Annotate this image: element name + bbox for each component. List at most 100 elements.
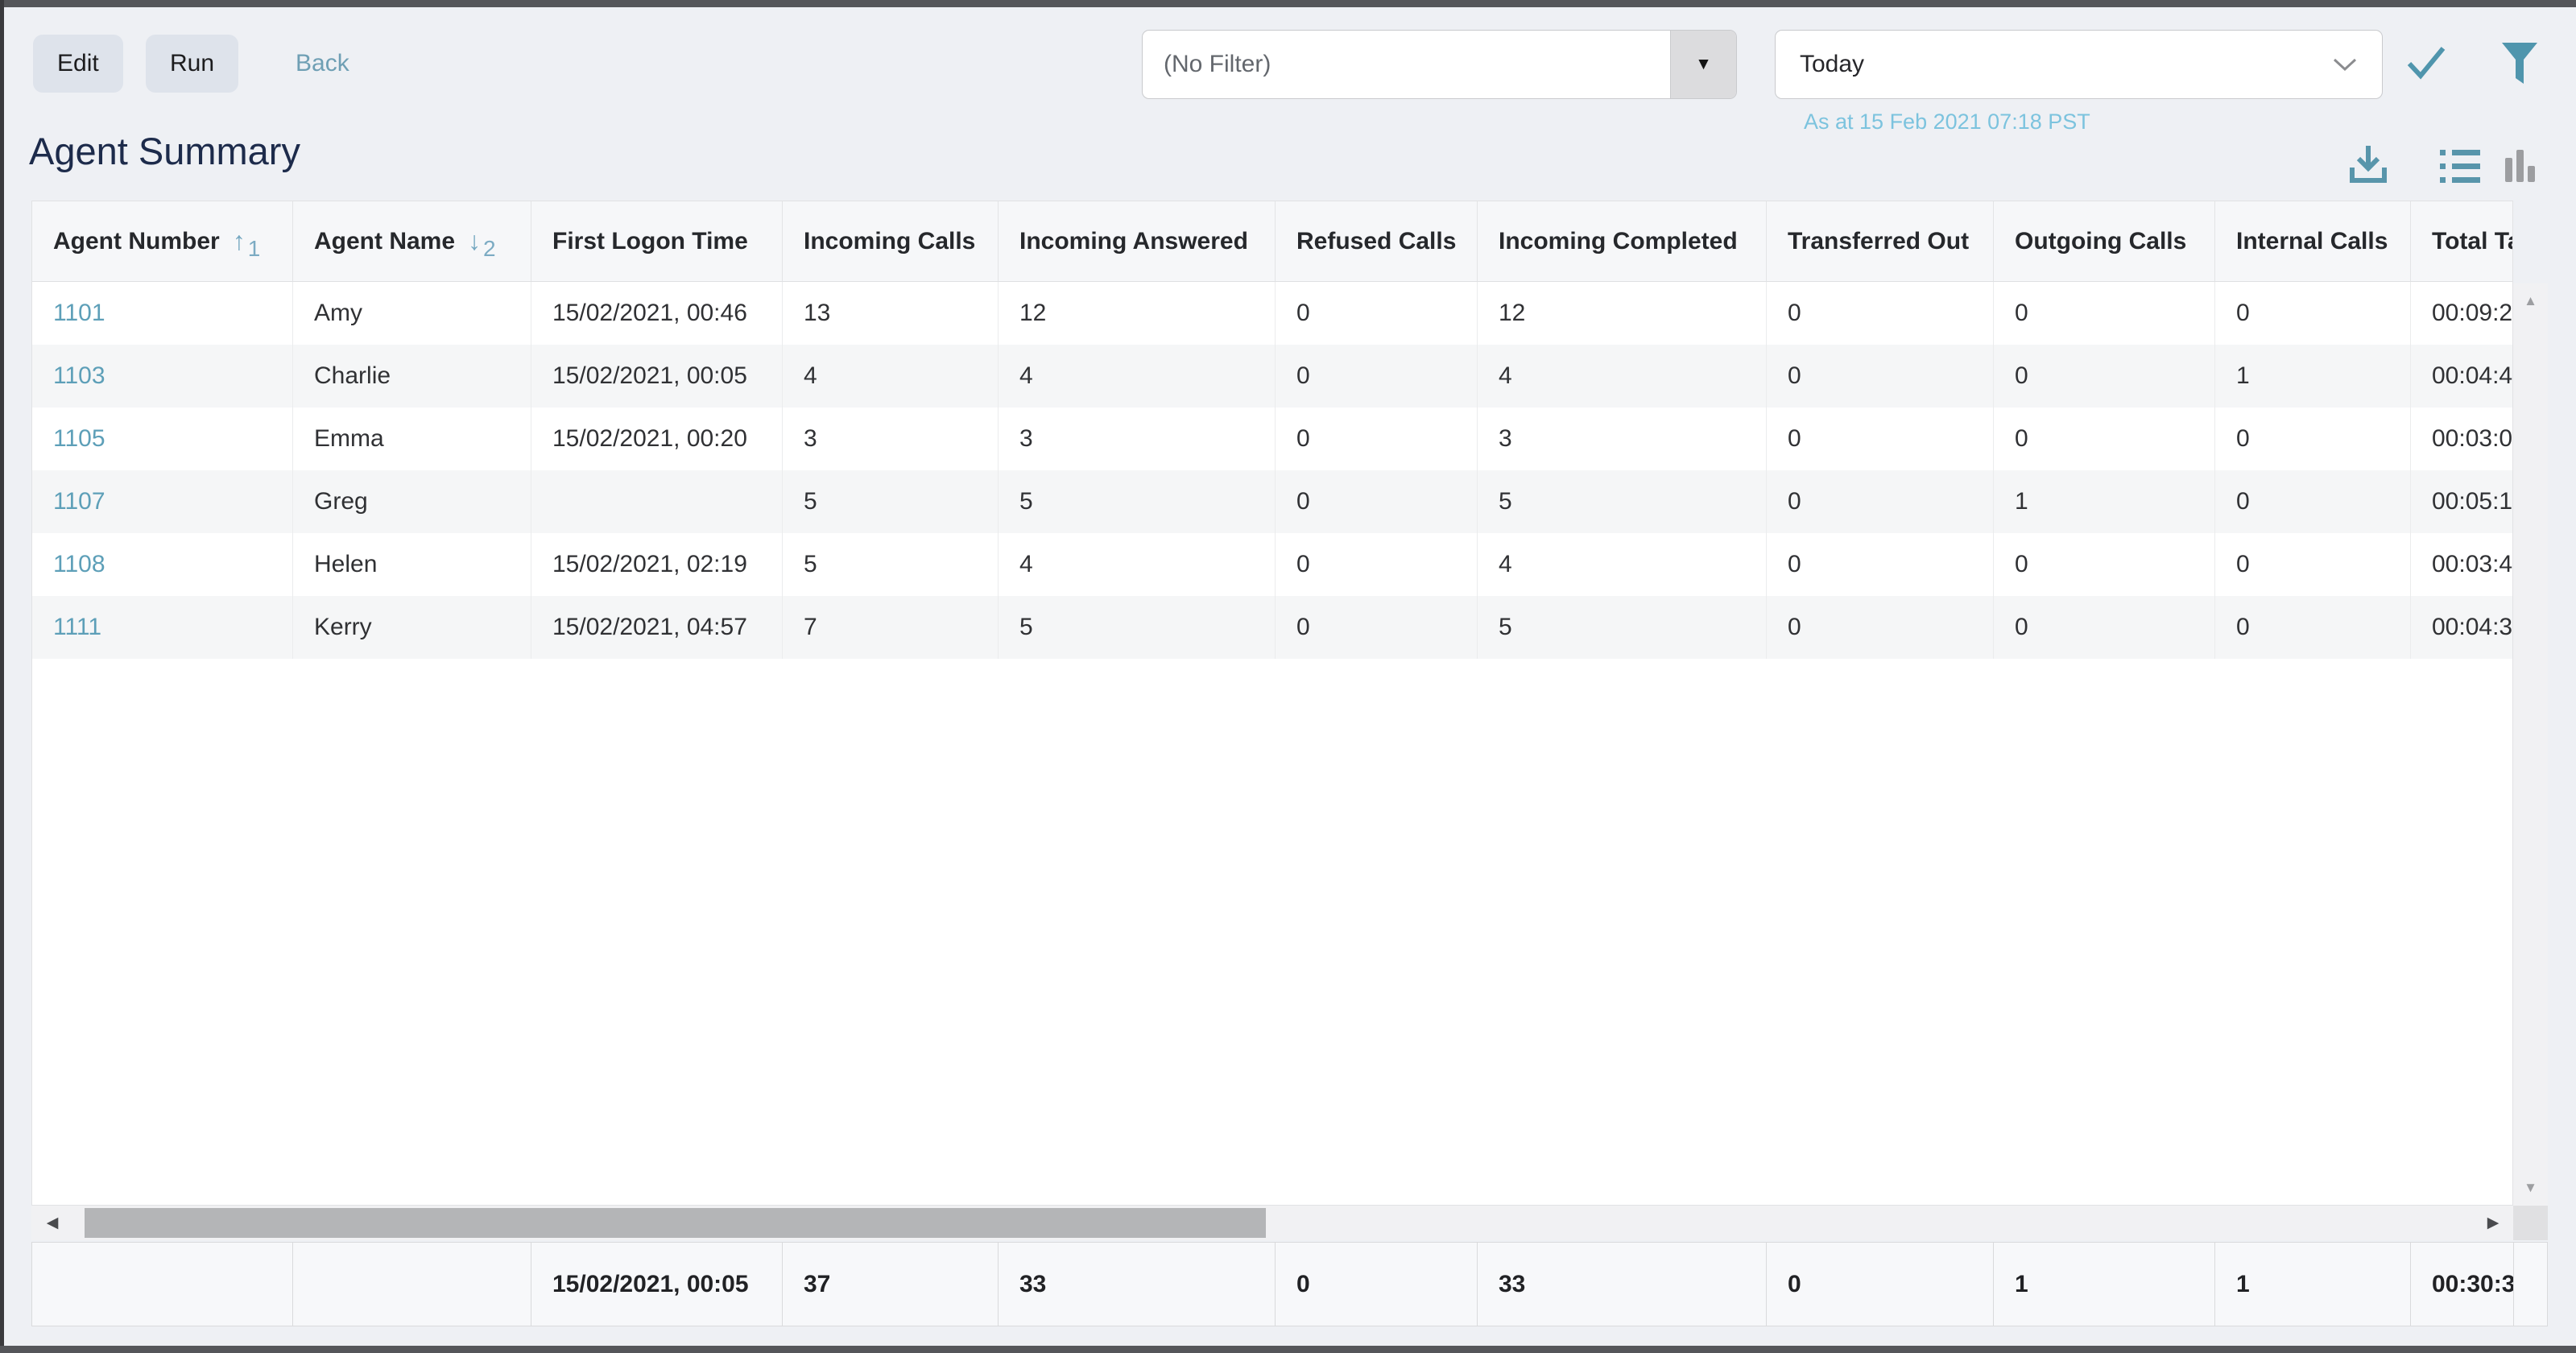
- list-view-icon[interactable]: [2440, 150, 2480, 184]
- column-header-label: First Logon Time: [552, 228, 748, 255]
- column-header-first-logon-time[interactable]: First Logon Time: [531, 201, 783, 281]
- cell-transferred-out: 0: [1767, 408, 1994, 470]
- cell-incoming-calls: 4: [783, 345, 999, 408]
- back-link[interactable]: Back: [296, 50, 349, 77]
- summary-cell-transferred-out: 0: [1767, 1243, 1994, 1326]
- horizontal-scrollbar[interactable]: ◀ ▶: [31, 1206, 2548, 1240]
- agent-summary-table: Agent Number↑1Agent Name↓2First Logon Ti…: [31, 201, 2513, 1206]
- column-header-refused-calls[interactable]: Refused Calls: [1276, 201, 1478, 281]
- cell-first-logon-time: 15/02/2021, 00:20: [531, 408, 783, 470]
- column-header-label: Internal Calls: [2236, 228, 2388, 255]
- edit-button[interactable]: Edit: [33, 35, 123, 93]
- run-button[interactable]: Run: [146, 35, 238, 93]
- cell-outgoing-calls: 0: [1994, 345, 2215, 408]
- summary-cell-incoming-answered: 33: [999, 1243, 1276, 1326]
- cell-internal-calls: 1: [2215, 345, 2411, 408]
- horizontal-scrollbar-thumb[interactable]: [85, 1208, 1266, 1238]
- summary-cell-incoming-calls: 37: [783, 1243, 999, 1326]
- scroll-right-arrow-icon[interactable]: ▶: [2477, 1206, 2509, 1240]
- table-row: 1105Emma15/02/2021, 00:20330300000:03:0: [32, 408, 2512, 470]
- apply-check-icon[interactable]: [2406, 44, 2446, 81]
- cell-first-logon-time: 15/02/2021, 02:19: [531, 533, 783, 596]
- column-header-transferred-out[interactable]: Transferred Out: [1767, 201, 1994, 281]
- period-select-value: Today: [1800, 51, 1864, 78]
- download-icon[interactable]: [2348, 143, 2388, 185]
- sort-asc-icon: ↑: [233, 226, 246, 256]
- summary-cell-total-ta: 00:30:3: [2411, 1243, 2514, 1326]
- column-header-label: Transferred Out: [1788, 228, 1969, 255]
- cell-outgoing-calls: 0: [1994, 596, 2215, 659]
- cell-incoming-answered: 3: [999, 408, 1276, 470]
- chevron-down-icon: [2332, 57, 2358, 72]
- column-header-label: Incoming Completed: [1499, 228, 1738, 255]
- column-header-agent-name[interactable]: Agent Name↓2: [293, 201, 531, 281]
- cell-agent-name: Greg: [293, 470, 531, 533]
- cell-agent-number: 1107: [32, 470, 293, 533]
- report-filter-dropdown[interactable]: (No Filter) ▼: [1142, 30, 1737, 99]
- cell-refused-calls: 0: [1276, 345, 1478, 408]
- cell-total-ta: 00:04:4: [2411, 345, 2513, 408]
- vertical-scrollbar[interactable]: ▲ ▼: [2513, 283, 2548, 1206]
- column-header-incoming-completed[interactable]: Incoming Completed: [1478, 201, 1767, 281]
- agent-number-link[interactable]: 1101: [53, 300, 105, 327]
- cell-incoming-answered: 5: [999, 596, 1276, 659]
- chart-view-icon[interactable]: [2504, 147, 2537, 184]
- table-row: 1107Greg550501000:05:1: [32, 470, 2512, 533]
- cell-total-ta: 00:05:1: [2411, 470, 2513, 533]
- cell-agent-number: 1105: [32, 408, 293, 470]
- column-header-incoming-answered[interactable]: Incoming Answered: [999, 201, 1276, 281]
- cell-incoming-completed: 5: [1478, 470, 1767, 533]
- cell-incoming-answered: 5: [999, 470, 1276, 533]
- cell-incoming-answered: 12: [999, 282, 1276, 345]
- agent-number-link[interactable]: 1111: [53, 614, 101, 641]
- agent-summary-screen: Edit Run Back (No Filter) ▼ Today As at …: [0, 0, 2576, 1353]
- cell-transferred-out: 0: [1767, 345, 1994, 408]
- cell-internal-calls: 0: [2215, 533, 2411, 596]
- cell-incoming-calls: 7: [783, 596, 999, 659]
- cell-transferred-out: 0: [1767, 596, 1994, 659]
- table-row: 1101Amy15/02/2021, 00:46131201200000:09:…: [32, 282, 2512, 345]
- table-header-row: Agent Number ↑1 Agent Name↓2 First Logon Ti…: [32, 201, 2512, 282]
- column-header-internal-calls[interactable]: Internal Calls: [2215, 201, 2411, 281]
- cell-internal-calls: 0: [2215, 596, 2411, 659]
- table-body: 1101Amy15/02/2021, 00:46131201200000:09:…: [32, 282, 2512, 659]
- cell-incoming-calls: 5: [783, 470, 999, 533]
- agent-number-link[interactable]: 1108: [53, 551, 105, 578]
- table-row: 1111Kerry15/02/2021, 04:57750500000:04:3: [32, 596, 2512, 659]
- column-header-label: Total Ta: [2432, 228, 2513, 255]
- column-header-incoming-calls[interactable]: Incoming Calls: [783, 201, 999, 281]
- cell-agent-number: 1103: [32, 345, 293, 408]
- column-header-agent-number[interactable]: Agent Number ↑1: [32, 201, 293, 281]
- cell-incoming-completed: 5: [1478, 596, 1767, 659]
- summary-cell-agent-number: [32, 1243, 293, 1326]
- agent-number-link[interactable]: 1105: [53, 425, 105, 453]
- filter-funnel-icon[interactable]: [2500, 42, 2539, 85]
- cell-incoming-answered: 4: [999, 345, 1276, 408]
- dropdown-arrow-icon[interactable]: ▼: [1670, 31, 1736, 98]
- sort-order-number: 1: [248, 236, 261, 262]
- period-select[interactable]: Today: [1775, 30, 2383, 99]
- agent-number-link[interactable]: 1103: [53, 362, 105, 390]
- scroll-left-arrow-icon[interactable]: ◀: [36, 1206, 68, 1240]
- scroll-up-arrow-icon[interactable]: ▲: [2513, 293, 2548, 309]
- column-header-outgoing-calls[interactable]: Outgoing Calls: [1994, 201, 2215, 281]
- agent-number-link[interactable]: 1107: [53, 488, 105, 515]
- table-row: 1108Helen15/02/2021, 02:19540400000:03:4: [32, 533, 2512, 596]
- cell-agent-name: Emma: [293, 408, 531, 470]
- cell-incoming-calls: 3: [783, 408, 999, 470]
- cell-outgoing-calls: 0: [1994, 533, 2215, 596]
- cell-total-ta: 00:04:3: [2411, 596, 2513, 659]
- summary-cell-outgoing-calls: 1: [1994, 1243, 2215, 1326]
- cell-first-logon-time: [531, 470, 783, 533]
- column-header-total-ta[interactable]: Total Ta: [2411, 201, 2513, 281]
- cell-outgoing-calls: 1: [1994, 470, 2215, 533]
- column-header-label: Incoming Calls: [804, 228, 975, 255]
- scrollbar-corner: [2513, 1206, 2548, 1240]
- scroll-down-arrow-icon[interactable]: ▼: [2513, 1180, 2548, 1196]
- sort-order-number: 2: [483, 236, 496, 262]
- cell-refused-calls: 0: [1276, 282, 1478, 345]
- cell-total-ta: 00:03:0: [2411, 408, 2513, 470]
- column-header-label: Agent Number: [53, 228, 220, 255]
- cell-first-logon-time: 15/02/2021, 04:57: [531, 596, 783, 659]
- cell-agent-number: 1101: [32, 282, 293, 345]
